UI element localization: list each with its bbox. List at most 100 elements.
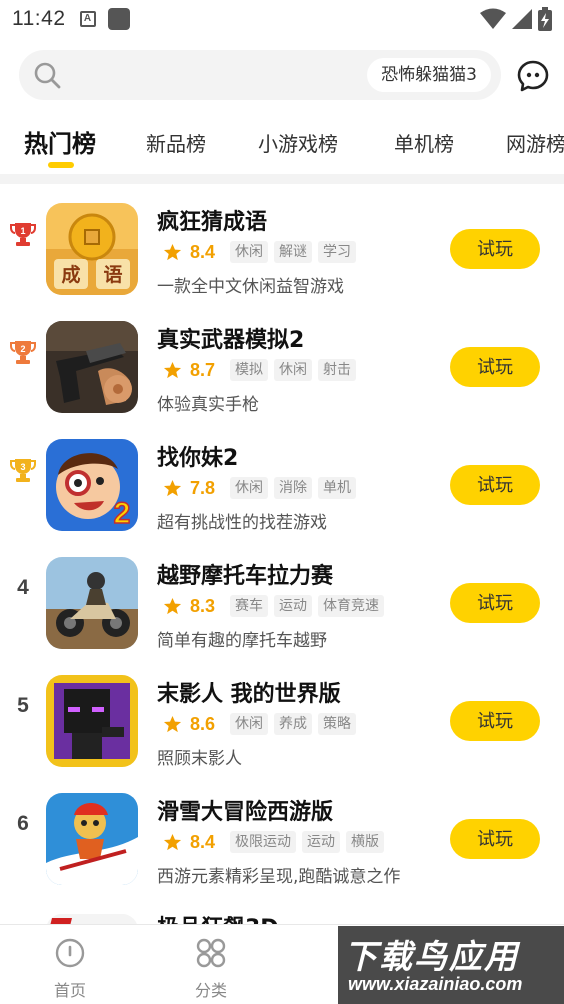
- wifi-icon: [480, 8, 506, 29]
- game-thumbnail[interactable]: [46, 321, 138, 413]
- game-tag: 策略: [318, 713, 356, 735]
- try-play-button[interactable]: 试玩: [450, 583, 540, 623]
- list-item[interactable]: 5 末影人 我的世界版 8.6 休闲 养成 策略 照顾末影人 试玩: [0, 662, 564, 780]
- game-score: 8.4: [190, 241, 216, 262]
- tab-offline[interactable]: 单机榜: [394, 120, 454, 168]
- tab-hot[interactable]: 热门榜: [24, 120, 96, 168]
- search-hint-chip[interactable]: 恐怖躲猫猫3: [367, 58, 491, 92]
- game-title: 滑雪大冒险西游版: [157, 800, 334, 825]
- coin-idiom-game-art: 成 语: [46, 203, 138, 295]
- svg-text:成: 成: [61, 263, 80, 286]
- silver-trophy-icon: 2: [10, 341, 36, 364]
- home-circle-icon: [55, 938, 85, 968]
- game-tag: 消除: [274, 477, 312, 499]
- game-thumbnail[interactable]: 成 语: [46, 203, 138, 295]
- game-thumbnail[interactable]: 2: [46, 439, 138, 531]
- search-row: 恐怖躲猫猫3: [0, 50, 564, 102]
- watermark-url: www.xiazainiao.com: [348, 974, 523, 994]
- search-icon: [34, 62, 61, 89]
- game-score: 8.7: [190, 359, 216, 380]
- gold-trophy-icon: 1: [10, 223, 36, 246]
- game-title: 越野摩托车拉力赛: [157, 564, 334, 589]
- game-title: 真实武器模拟2: [157, 328, 305, 353]
- rating-row: 8.7 模拟 休闲 射击: [163, 357, 362, 383]
- rank-number: 5: [17, 694, 29, 717]
- status-time: 11:42: [12, 7, 66, 30]
- section-divider: [0, 174, 564, 184]
- game-tag: 休闲: [230, 241, 268, 263]
- game-tag: 休闲: [230, 477, 268, 499]
- game-tag: 运动: [302, 831, 340, 853]
- svg-text:1: 1: [20, 226, 25, 236]
- game-description: 体验真实手枪: [157, 395, 259, 415]
- nav-category[interactable]: 分类: [171, 925, 251, 1004]
- rating-row: 8.4 极限运动 运动 横版: [163, 829, 390, 855]
- tab-online[interactable]: 网游榜: [506, 120, 564, 168]
- motorbike-game-art: [46, 557, 138, 649]
- try-play-button[interactable]: 试玩: [450, 465, 540, 505]
- game-tag: 体育竞速: [318, 595, 384, 617]
- game-description: 照顾末影人: [157, 749, 242, 769]
- status-bar: 11:42 A: [0, 0, 564, 38]
- game-tag: 休闲: [230, 713, 268, 735]
- star-icon: [163, 361, 182, 378]
- svg-text:2: 2: [20, 344, 25, 354]
- active-tab-indicator: [48, 162, 74, 168]
- site-watermark: 下载鸟应用 www.xiazainiao.com: [338, 926, 564, 1004]
- handgun-game-art: [46, 321, 138, 413]
- nav-home[interactable]: 首页: [30, 925, 110, 1004]
- try-play-button[interactable]: 试玩: [450, 347, 540, 387]
- star-icon: [163, 715, 182, 732]
- try-play-button[interactable]: 试玩: [450, 701, 540, 741]
- list-item[interactable]: 3 2 找你妹2 7.8 休闲 消除 单机 超有挑战性的找茬游戏 试玩: [0, 426, 564, 544]
- svg-text:3: 3: [20, 462, 25, 472]
- svg-text:2: 2: [114, 497, 131, 530]
- watermark-title: 下载鸟应用: [344, 937, 519, 976]
- list-item[interactable]: 4 越野摩托车拉力赛 8.3 赛车 运动 体育竞速 简单有趣的摩托车越野 试玩: [0, 544, 564, 662]
- try-play-button[interactable]: 试玩: [450, 229, 540, 269]
- game-thumbnail[interactable]: [46, 675, 138, 767]
- enderman-game-art: [46, 675, 138, 767]
- try-play-button[interactable]: 试玩: [450, 819, 540, 859]
- rank-number: 4: [17, 576, 29, 599]
- game-description: 西游元素精彩呈现,跑酷诚意之作: [157, 867, 401, 887]
- list-item[interactable]: 6 滑雪大冒险西游版 8.4 极限运动 运动 横版 西游元素精彩呈现,跑酷诚意之…: [0, 780, 564, 898]
- list-item[interactable]: 2 真实武器模拟2 8.7 模拟 休闲 射击 体验真实手枪 试玩: [0, 308, 564, 426]
- game-tag: 学习: [318, 241, 356, 263]
- game-thumbnail[interactable]: [46, 793, 138, 885]
- game-tag: 横版: [346, 831, 384, 853]
- signal-icon: [512, 9, 532, 29]
- game-tag: 单机: [318, 477, 356, 499]
- svg-text:语: 语: [103, 264, 122, 286]
- game-title: 疯狂猜成语: [157, 210, 268, 235]
- game-score: 7.8: [190, 477, 216, 498]
- game-tag: 养成: [274, 713, 312, 735]
- game-title: 找你妹2: [157, 446, 239, 471]
- search-input[interactable]: 恐怖躲猫猫3: [19, 50, 501, 100]
- list-item[interactable]: 1 成 语 疯狂猜成语 8.4 休闲 解谜 学习 一款全中文休闲益智游戏 试玩: [0, 190, 564, 308]
- nav-label: 首页: [53, 981, 86, 1000]
- status-right-icons: [480, 7, 552, 31]
- star-icon: [163, 597, 182, 614]
- game-score: 8.4: [190, 831, 216, 852]
- ski-journey-west-game-art: [46, 793, 138, 885]
- nav-label: 分类: [194, 981, 227, 1000]
- chat-bubble-icon[interactable]: [516, 59, 550, 93]
- rank-number: 6: [17, 812, 29, 835]
- star-icon: [163, 479, 182, 496]
- game-description: 简单有趣的摩托车越野: [157, 631, 327, 651]
- tab-mini-games[interactable]: 小游戏榜: [258, 120, 338, 168]
- tab-new[interactable]: 新品榜: [146, 120, 206, 168]
- bronze-trophy-icon: 3: [10, 459, 36, 482]
- game-thumbnail[interactable]: [46, 557, 138, 649]
- game-tag: 运动: [274, 595, 312, 617]
- game-tag: 赛车: [230, 595, 268, 617]
- rating-row: 8.4 休闲 解谜 学习: [163, 239, 362, 265]
- ranking-tabs: 热门榜 新品榜 小游戏榜 单机榜 网游榜: [0, 120, 564, 172]
- rating-row: 8.3 赛车 运动 体育竞速: [163, 593, 390, 619]
- game-score: 8.6: [190, 713, 216, 734]
- game-description: 超有挑战性的找茬游戏: [157, 513, 327, 533]
- game-description: 一款全中文休闲益智游戏: [157, 277, 344, 297]
- notification-square-icon: [107, 8, 130, 30]
- game-tag: 射击: [318, 359, 356, 381]
